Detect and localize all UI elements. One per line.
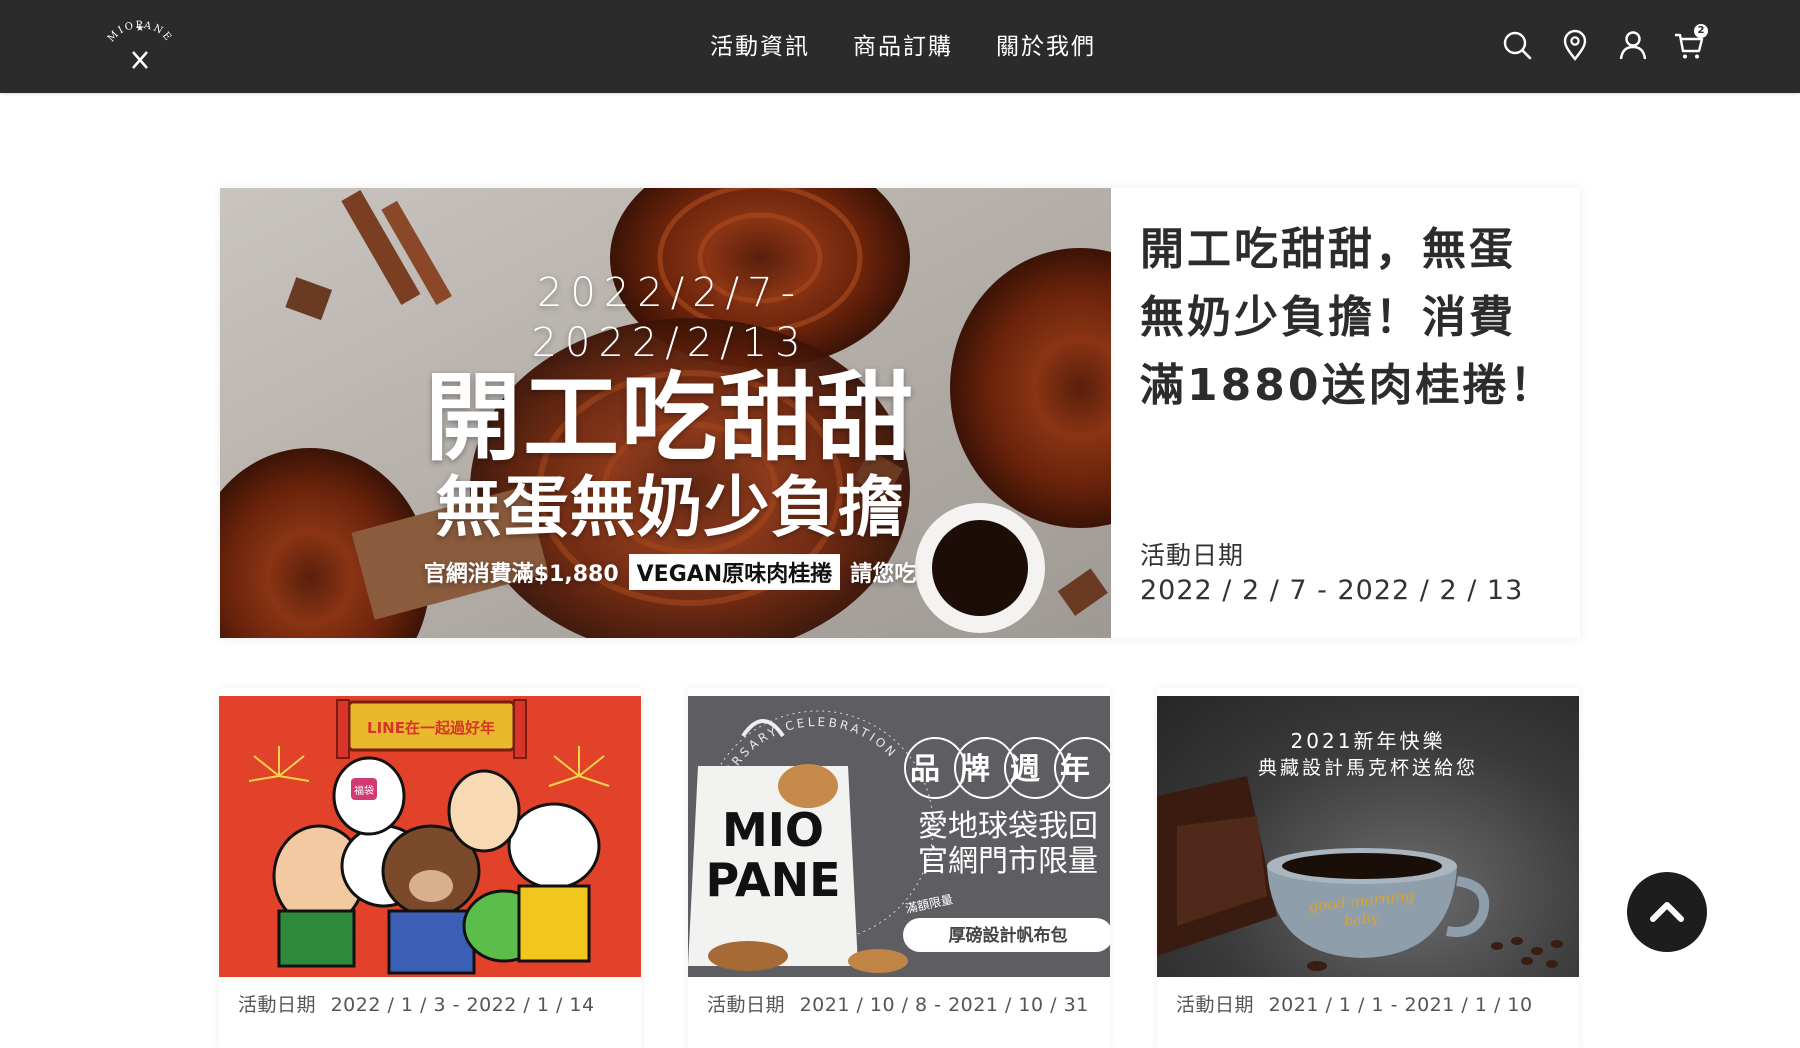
event-card-image[interactable]: LINE在一起過好年 福袋 <box>219 696 641 977</box>
card3-banner-line2: 典藏設計馬克杯送給您 <box>1258 757 1478 779</box>
card2-banner-line1: 愛地球袋我回 <box>918 809 1098 844</box>
card2-tag-main: 厚磅設計帆布包 <box>949 925 1068 946</box>
card-date-label: 活動日期 <box>238 994 317 1016</box>
card2-tag-small: 滿額限量 <box>904 892 954 916</box>
nav-events[interactable]: 活動資訊 <box>710 30 810 64</box>
card-date-value: 2021 / 10 / 8 - 2021 / 10 / 31 <box>799 994 1089 1016</box>
event-card-newyear-mug[interactable]: 2021新年快樂 典藏設計馬克杯送給您 good morning baby 活動… <box>1157 688 1579 1048</box>
search-icon[interactable] <box>1500 28 1534 62</box>
banner-promo-line: 官網消費滿$1,880 VEGAN原味肉桂捲 請您吃 <box>400 554 940 590</box>
cart-count-badge: 2 <box>1694 24 1708 38</box>
card2-banner-title: 品牌週年 <box>910 752 1110 787</box>
card1-banner-text: LINE在一起過好年 <box>367 719 495 737</box>
card2-bag-line1: MIO <box>722 803 824 857</box>
card-date-label: 活動日期 <box>1176 994 1255 1016</box>
card-date-label: 活動日期 <box>707 994 786 1016</box>
location-pin-icon[interactable] <box>1558 28 1592 62</box>
card1-badge-text: 福袋 <box>354 784 374 797</box>
featured-banner-text: 2022/2/7-2022/2/13 開工吃甜甜 無蛋無奶少負擔 官網消費滿$1… <box>400 268 940 590</box>
featured-event-title[interactable]: 開工吃甜甜，無蛋無奶少負擔！消費滿1880送肉桂捲！ <box>1140 216 1560 420</box>
card-date-value: 2022 / 1 / 3 - 2022 / 1 / 14 <box>330 994 595 1016</box>
site-header: ★ MIOPANE 活動資訊 商品訂購 關於我們 2 <box>0 0 1800 93</box>
chevron-up-icon <box>1650 902 1684 922</box>
featured-event-date: 2022 / 2 / 7 - 2022 / 2 / 13 <box>1140 575 1524 606</box>
featured-date-label: 活動日期 <box>1140 541 1245 570</box>
event-card-anniversary[interactable]: ANNIVERSARY CELEBRATION MIO PANE 品牌週年 愛地… <box>688 688 1110 1048</box>
cart-icon[interactable]: 2 <box>1672 24 1708 62</box>
featured-event-card[interactable]: 2022/2/7-2022/2/13 開工吃甜甜 無蛋無奶少負擔 官網消費滿$1… <box>220 188 1580 638</box>
banner-promo-prefix: 官網消費滿$1,880 <box>423 562 619 587</box>
banner-promo-suffix: 請您吃 <box>850 562 917 587</box>
back-to-top-button[interactable] <box>1627 872 1707 952</box>
featured-event-banner[interactable]: 2022/2/7-2022/2/13 開工吃甜甜 無蛋無奶少負擔 官網消費滿$1… <box>220 188 1111 638</box>
user-icon[interactable] <box>1616 28 1650 62</box>
featured-event-info: 開工吃甜甜，無蛋無奶少負擔！消費滿1880送肉桂捲！ 活動日期 2022 / 2… <box>1111 188 1580 638</box>
card-date: 活動日期 2021 / 10 / 8 - 2021 / 10 / 31 <box>707 990 1089 1017</box>
event-card-line[interactable]: LINE在一起過好年 福袋 活動日期 2022 / 1 / 3 - 2022 /… <box>219 688 641 1048</box>
card3-banner-line1: 2021新年快樂 <box>1291 729 1446 753</box>
event-card-image[interactable]: 2021新年快樂 典藏設計馬克杯送給您 good morning baby <box>1157 696 1579 977</box>
nav-about[interactable]: 關於我們 <box>996 30 1096 64</box>
card-date: 活動日期 2022 / 1 / 3 - 2022 / 1 / 14 <box>238 990 595 1017</box>
nav-shop[interactable]: 商品訂購 <box>853 30 953 64</box>
card-date: 活動日期 2021 / 1 / 1 - 2021 / 1 / 10 <box>1176 990 1533 1017</box>
card-date-value: 2021 / 1 / 1 - 2021 / 1 / 10 <box>1268 994 1533 1016</box>
banner-subtitle: 無蛋無奶少負擔 <box>435 469 905 546</box>
banner-promo-tag: VEGAN原味肉桂捲 <box>628 554 841 590</box>
card2-banner-line2: 官網門市限量 <box>918 844 1098 879</box>
event-card-image[interactable]: ANNIVERSARY CELEBRATION MIO PANE 品牌週年 愛地… <box>688 696 1110 977</box>
banner-date: 2022/2/7-2022/2/13 <box>531 270 809 366</box>
banner-title: 開工吃甜甜 <box>425 362 915 474</box>
card2-bag-line2: PANE <box>705 853 840 907</box>
